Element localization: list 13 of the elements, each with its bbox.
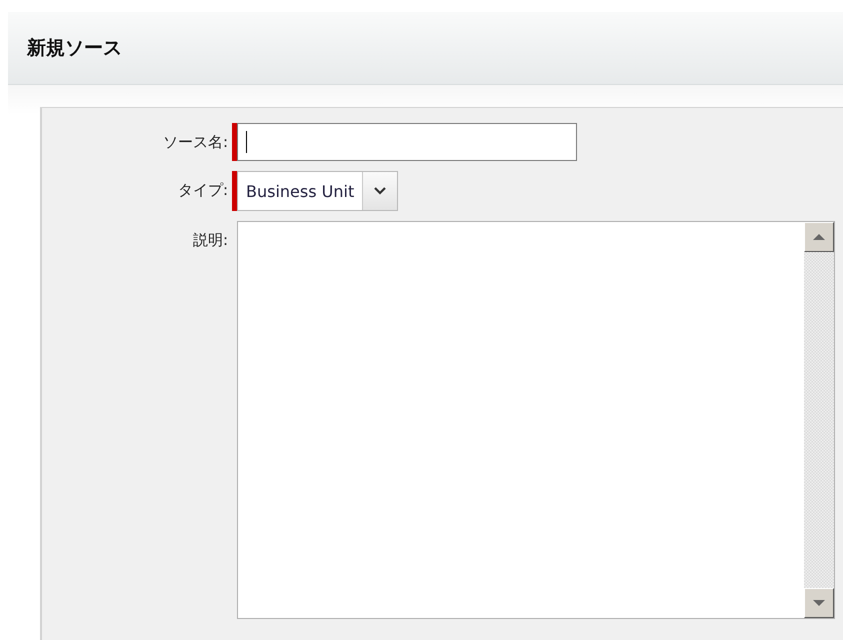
triangle-up-icon (813, 234, 825, 240)
field-label: タイプ: (176, 180, 229, 201)
field-label: 説明: (192, 230, 229, 251)
description-field[interactable] (237, 221, 835, 619)
triangle-down-icon (813, 600, 825, 606)
page-title: 新規ソース (27, 36, 122, 61)
name-field[interactable] (237, 123, 577, 161)
scrollbar[interactable] (804, 222, 834, 618)
field-label: ソース名: (162, 132, 229, 153)
chevron-down-icon (374, 187, 386, 195)
type-dropdown[interactable]: Business Unit (237, 171, 398, 211)
scroll-up-button[interactable] (804, 222, 834, 252)
scroll-down-button[interactable] (804, 588, 834, 618)
